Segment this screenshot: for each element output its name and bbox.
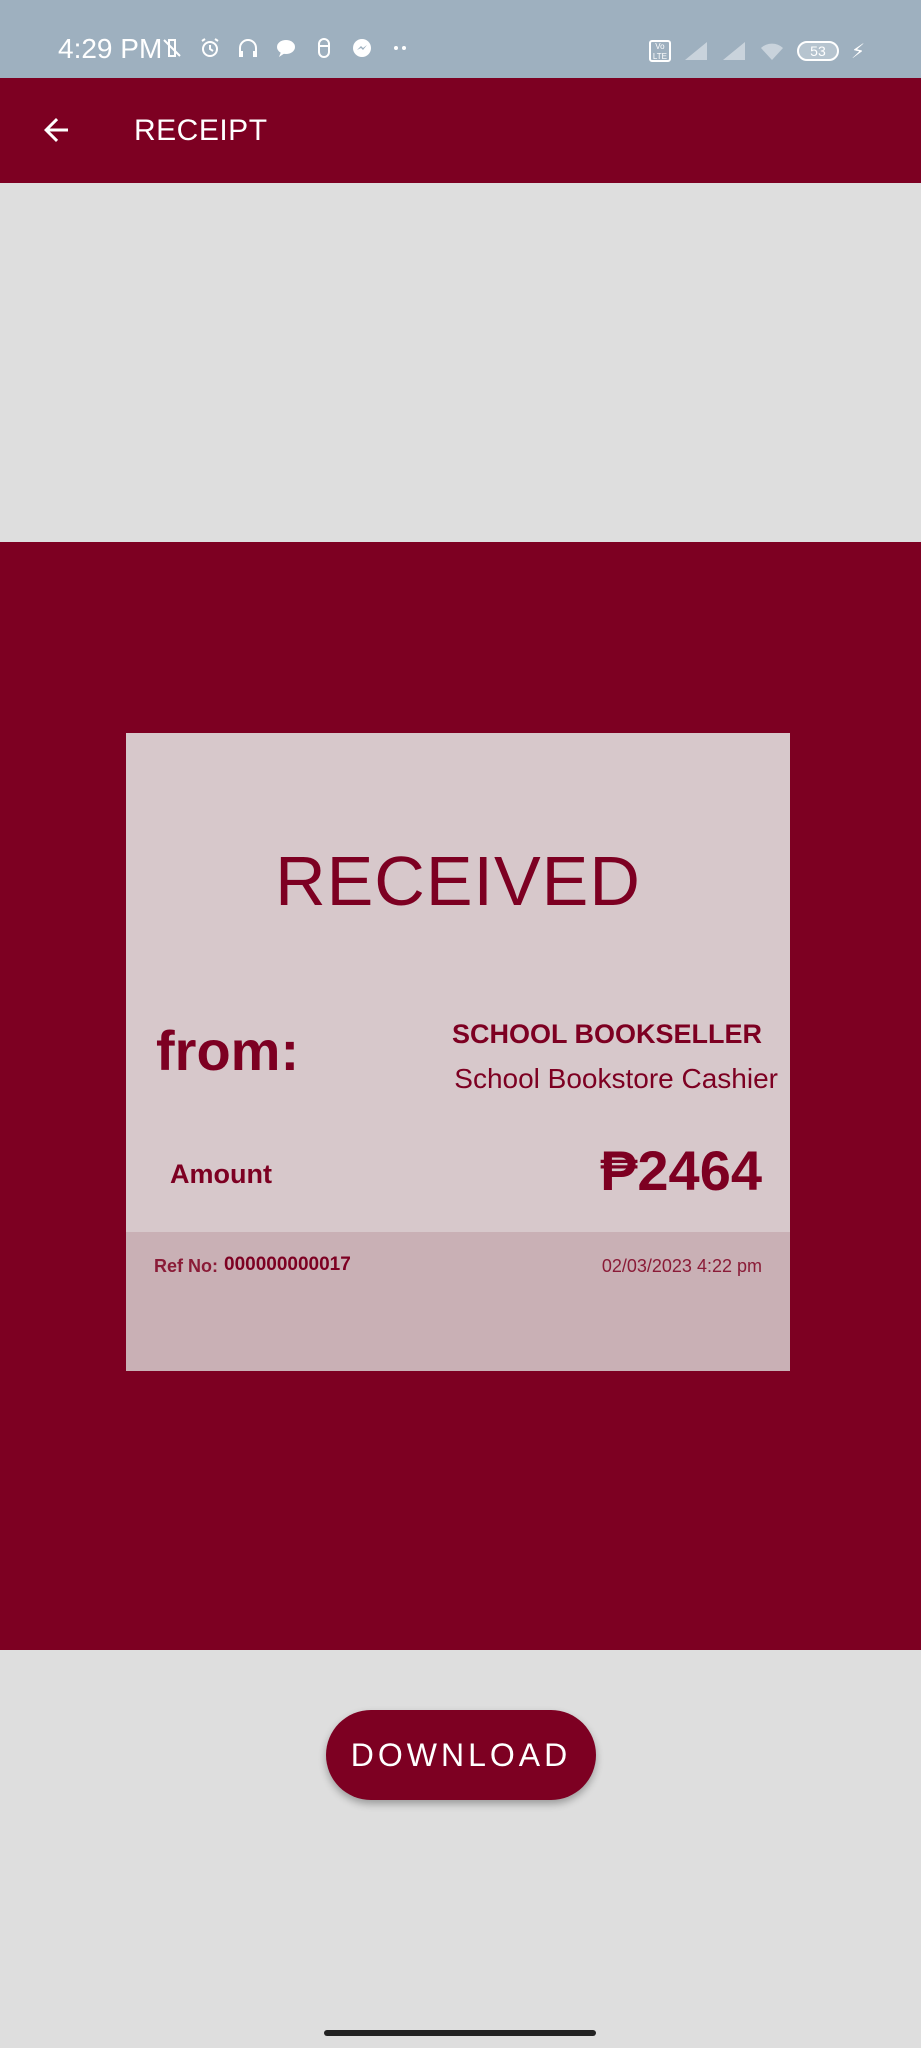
signal-icon [684,42,707,60]
battery-icon: 53 [796,41,839,61]
wifi-icon [760,43,783,60]
download-button[interactable]: DOWNLOAD [326,1710,596,1800]
mute-vibrate-icon [158,36,186,67]
gesture-nav-bar[interactable] [324,2030,596,2036]
chat-bubble-icon [272,36,300,67]
receipt-datetime: 02/03/2023 4:22 pm [601,1256,762,1276]
status-bar: 4:29 PM Vo LTE 53 ⚡ [0,0,921,78]
status-time: 4:29 PM [58,33,163,64]
amount-value: ₱2464 [600,1139,762,1202]
messenger-icon [348,36,376,67]
amount-label: Amount [170,1159,272,1189]
app-bar: RECEIPT [0,78,921,183]
headset-icon [234,36,262,67]
arrow-left-icon [44,118,68,142]
ref-number: 000000000017 [224,1254,351,1275]
clip-icon [310,36,338,67]
receipt-status-title: RECEIVED [275,842,641,920]
page-title: RECEIPT [134,114,268,147]
notification-icons [158,34,414,68]
from-label: from: [156,1019,300,1082]
signal-icon [722,42,745,60]
receipt-footer: Ref No: 000000000017 02/03/2023 4:22 pm [126,1232,790,1371]
receipt-card: RECEIVED from: SCHOOL BOOKSELLER School … [126,733,790,1371]
ref-label: Ref No: [154,1256,218,1276]
system-icons: Vo LTE 53 ⚡ [648,36,865,66]
volte-icon: Vo LTE [648,40,671,62]
more-dots-icon [386,36,414,67]
back-button[interactable] [30,104,82,156]
alarm-icon [196,36,224,67]
seller-role: School Bookstore Cashier [454,1063,778,1094]
seller-name: SCHOOL BOOKSELLER [451,1019,762,1049]
charging-icon: ⚡ [850,40,865,63]
